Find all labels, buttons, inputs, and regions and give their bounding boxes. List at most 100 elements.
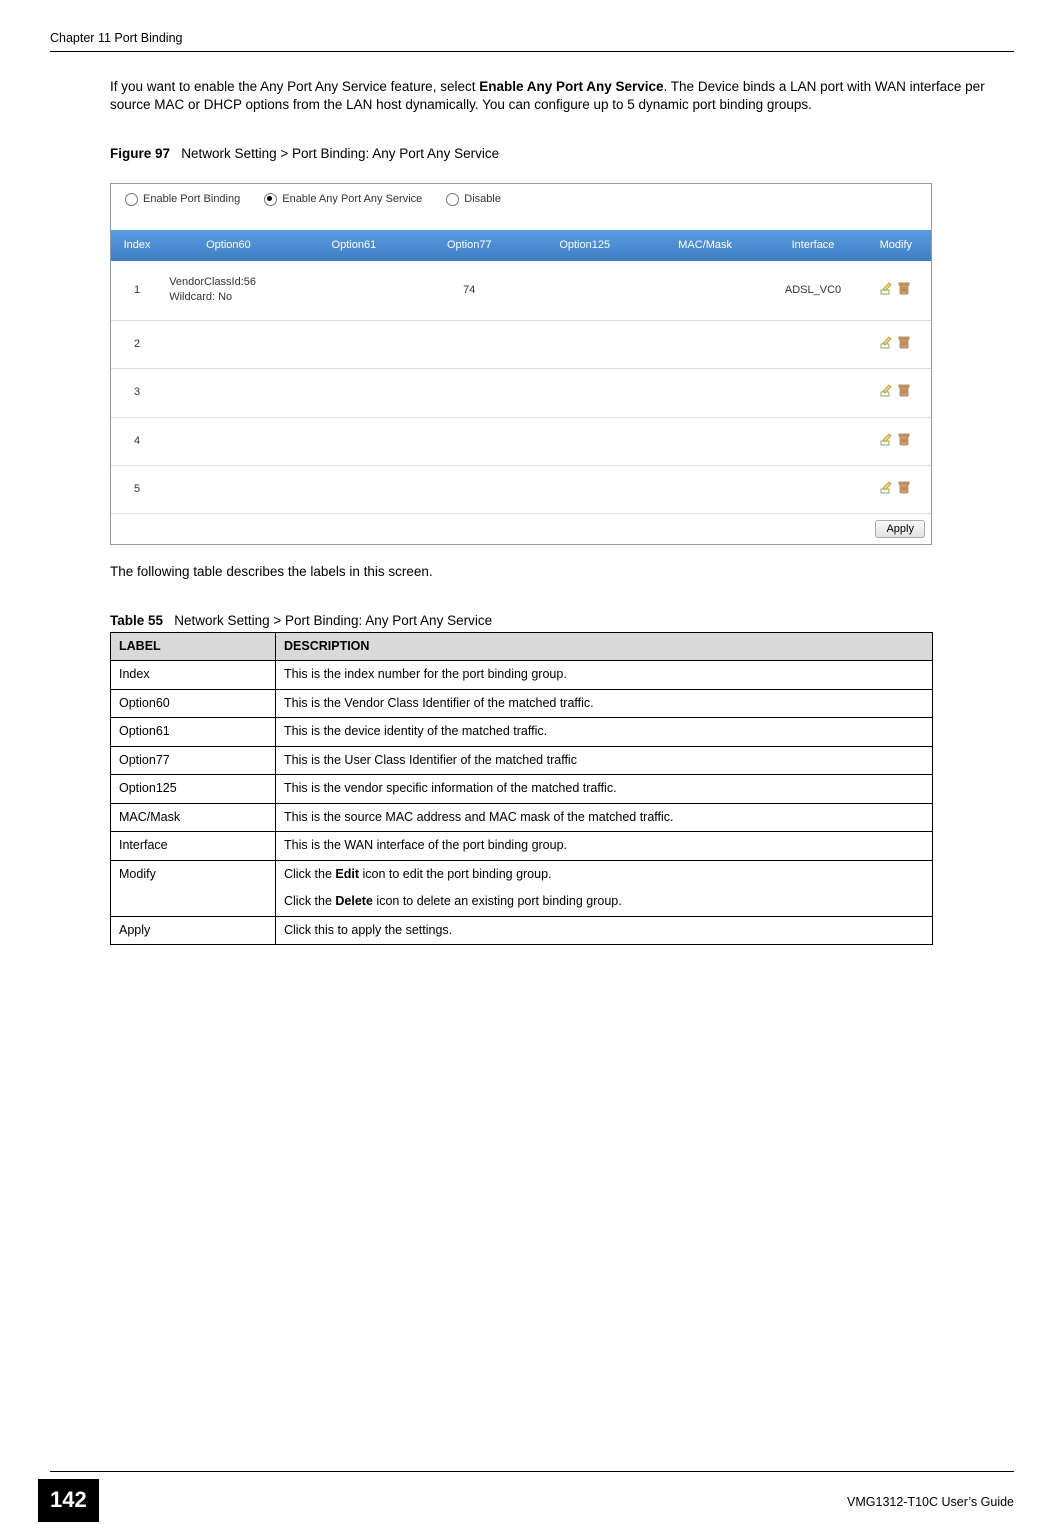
table-number: Table 55 (110, 613, 163, 628)
table-row: 3 (111, 369, 931, 417)
modify-line-delete: Click the Delete icon to delete an exist… (284, 893, 924, 911)
table-row: 5 (111, 465, 931, 513)
cell-o125 (524, 320, 644, 368)
cell-ifc (765, 369, 860, 417)
cell-mac (645, 320, 765, 368)
cell-modify (861, 320, 931, 368)
desc-label: Option125 (111, 775, 276, 804)
delete-icon[interactable] (897, 335, 911, 349)
delete-icon[interactable] (897, 432, 911, 446)
desc-label: Interface (111, 832, 276, 861)
cell-mac (645, 417, 765, 465)
intro-pre: If you want to enable the Any Port Any S… (110, 79, 479, 94)
desc-row-apply: ApplyClick this to apply the settings. (111, 916, 933, 945)
desc-row: Option60This is the Vendor Class Identif… (111, 689, 933, 718)
cell-modify (861, 261, 931, 320)
cell-o77 (414, 320, 524, 368)
radio-label: Enable Any Port Any Service (282, 192, 422, 207)
radio-enable-any-port-any-service[interactable]: Enable Any Port Any Service (264, 192, 422, 207)
edit-icon[interactable] (880, 480, 894, 494)
th-modify: Modify (861, 230, 931, 261)
desc-label: Index (111, 661, 276, 690)
cell-o60: VendorClassId:56 Wildcard: No (163, 261, 293, 320)
radio-icon (125, 193, 138, 206)
radio-label: Enable Port Binding (143, 192, 240, 207)
ui-screenshot: Enable Port Binding Enable Any Port Any … (110, 183, 932, 545)
cell-o77 (414, 369, 524, 417)
table-header-row: Index Option60 Option61 Option77 Option1… (111, 230, 931, 261)
cell-index: 5 (111, 465, 163, 513)
chapter-header: Chapter 11 Port Binding (50, 30, 1014, 52)
guide-name: VMG1312-T10C User’s Guide (847, 1484, 1014, 1512)
radio-label: Disable (464, 192, 501, 207)
cell-o61 (294, 320, 414, 368)
figure-title: Network Setting > Port Binding: Any Port… (181, 146, 499, 161)
intro-bold: Enable Any Port Any Service (479, 79, 663, 94)
apply-button[interactable]: Apply (875, 520, 925, 538)
desc-label: Apply (111, 916, 276, 945)
desc-row: InterfaceThis is the WAN interface of th… (111, 832, 933, 861)
cell-o61 (294, 261, 414, 320)
desc-label: Option77 (111, 746, 276, 775)
figure-caption: Figure 97 Network Setting > Port Binding… (110, 145, 1014, 164)
desc-th-description: DESCRIPTION (276, 632, 933, 661)
table-row: 2 (111, 320, 931, 368)
cell-mac (645, 261, 765, 320)
cell-mac (645, 465, 765, 513)
desc-description: Click the Edit icon to edit the port bin… (276, 860, 933, 916)
cell-o61 (294, 465, 414, 513)
radio-enable-port-binding[interactable]: Enable Port Binding (125, 192, 240, 207)
cell-o60 (163, 417, 293, 465)
edit-icon[interactable] (880, 383, 894, 397)
edit-icon[interactable] (880, 432, 894, 446)
desc-label: Option60 (111, 689, 276, 718)
desc-label: Option61 (111, 718, 276, 747)
desc-description: This is the device identity of the match… (276, 718, 933, 747)
desc-row: IndexThis is the index number for the po… (111, 661, 933, 690)
cell-o125 (524, 417, 644, 465)
delete-icon[interactable] (897, 480, 911, 494)
cell-index: 4 (111, 417, 163, 465)
th-index: Index (111, 230, 163, 261)
table-caption: Table 55 Network Setting > Port Binding:… (110, 612, 1014, 631)
cell-modify (861, 465, 931, 513)
cell-o60 (163, 465, 293, 513)
cell-mac (645, 369, 765, 417)
th-option77: Option77 (414, 230, 524, 261)
radio-icon (446, 193, 459, 206)
table-row: 4 (111, 417, 931, 465)
desc-label: Modify (111, 860, 276, 916)
port-binding-table: Index Option60 Option61 Option77 Option1… (111, 230, 931, 515)
radio-disable[interactable]: Disable (446, 192, 501, 207)
table-row: 1VendorClassId:56 Wildcard: No74ADSL_VC0 (111, 261, 931, 320)
cell-index: 2 (111, 320, 163, 368)
cell-o125 (524, 465, 644, 513)
modify-line-edit: Click the Edit icon to edit the port bin… (284, 866, 924, 884)
cell-o60 (163, 369, 293, 417)
radio-group: Enable Port Binding Enable Any Port Any … (111, 184, 931, 229)
table-title: Network Setting > Port Binding: Any Port… (174, 613, 492, 628)
th-option125: Option125 (524, 230, 644, 261)
desc-description: This is the WAN interface of the port bi… (276, 832, 933, 861)
desc-row: Option61This is the device identity of t… (111, 718, 933, 747)
edit-icon[interactable] (880, 335, 894, 349)
desc-description: This is the Vendor Class Identifier of t… (276, 689, 933, 718)
cell-ifc (765, 320, 860, 368)
cell-ifc (765, 465, 860, 513)
edit-icon[interactable] (880, 281, 894, 295)
th-option60: Option60 (163, 230, 293, 261)
th-interface: Interface (765, 230, 860, 261)
desc-row: Option125This is the vendor specific inf… (111, 775, 933, 804)
cell-o77 (414, 417, 524, 465)
th-mac-mask: MAC/Mask (645, 230, 765, 261)
cell-o125 (524, 261, 644, 320)
desc-row: Option77This is the User Class Identifie… (111, 746, 933, 775)
delete-icon[interactable] (897, 383, 911, 397)
cell-o61 (294, 369, 414, 417)
delete-icon[interactable] (897, 281, 911, 295)
figure-number: Figure 97 (110, 146, 170, 161)
th-option61: Option61 (294, 230, 414, 261)
intro-paragraph: If you want to enable the Any Port Any S… (110, 78, 1014, 116)
desc-description: This is the index number for the port bi… (276, 661, 933, 690)
desc-row-modify: Modify Click the Edit icon to edit the po… (111, 860, 933, 916)
